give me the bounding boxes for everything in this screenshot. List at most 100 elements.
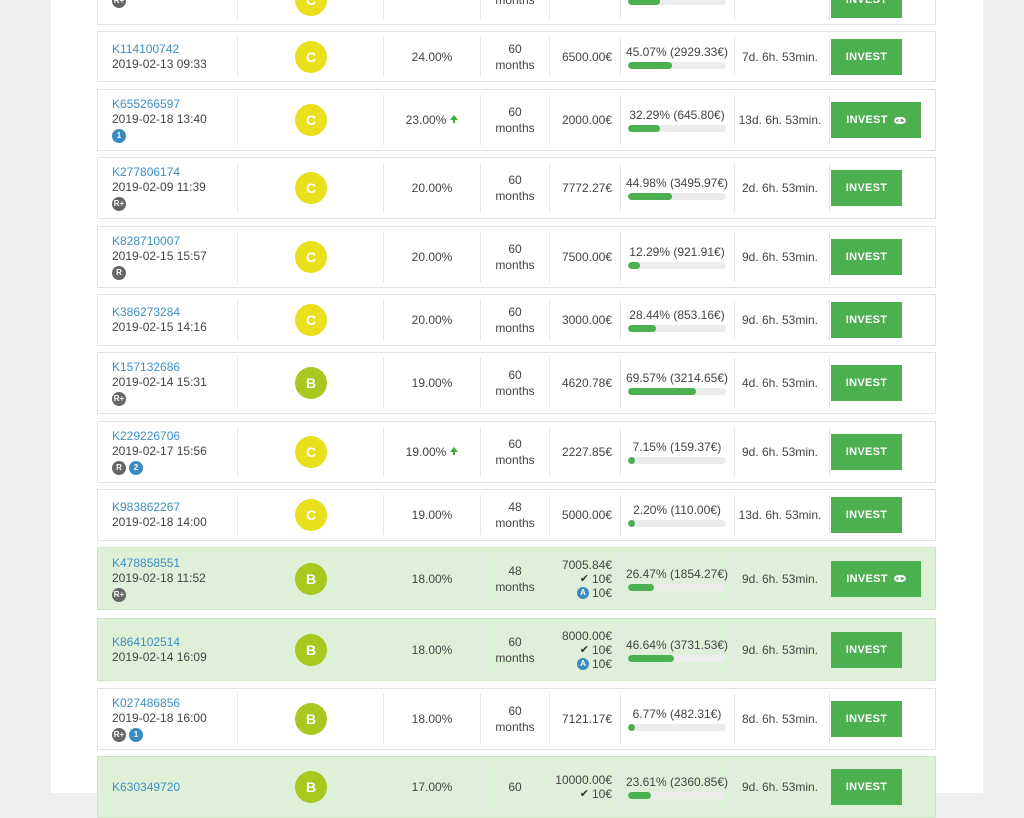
invest-button[interactable]: INVEST xyxy=(831,365,902,401)
invest-button[interactable]: INVEST xyxy=(831,631,902,668)
check-icon: ✔ xyxy=(579,572,589,585)
interest-rate: 18.00% xyxy=(411,642,453,657)
funding-progress-text: 46.64% (3731.53€) xyxy=(625,637,729,652)
auto-investment-amount: 10€ xyxy=(591,656,612,671)
loan-id-link[interactable]: K478858551 xyxy=(112,556,237,571)
loan-id-link[interactable]: K157132686 xyxy=(112,360,237,375)
time-left-cell: 7d. 6h. 53min. xyxy=(735,32,825,81)
invest-button[interactable]: INVEST xyxy=(831,38,902,75)
funding-progress-bar xyxy=(628,724,726,731)
loan-id-cell: K114100742 2019-02-13 09:33 xyxy=(112,32,237,81)
loan-id-link[interactable]: K828710007 xyxy=(112,234,237,249)
invest-button[interactable]: INVEST xyxy=(831,239,902,275)
term-value: 48 xyxy=(508,500,522,514)
funding-progress-bar xyxy=(628,520,726,527)
invest-button-label: INVEST xyxy=(845,50,888,63)
loan-id-link[interactable]: K277806174 xyxy=(112,165,237,180)
term-value: 60 xyxy=(508,173,522,187)
invest-button[interactable]: INVEST xyxy=(831,0,902,18)
term-cell: 60 months xyxy=(481,32,549,81)
loan-id-cell: K864102514 2019-02-14 16:09 xyxy=(112,619,237,680)
column-divider xyxy=(829,553,830,604)
count-badge[interactable]: 1 xyxy=(112,129,126,143)
interest-rate-cell: 20.00% xyxy=(384,295,480,345)
term-value: 60 xyxy=(508,368,522,382)
term-unit: months xyxy=(495,720,535,734)
rating-circle: C xyxy=(295,0,327,16)
count-badge[interactable]: 1 xyxy=(129,728,143,742)
funding-progress-bar xyxy=(628,125,726,132)
invest-button-label: INVEST xyxy=(845,713,888,725)
loan-id-link[interactable]: K864102514 xyxy=(112,635,237,650)
interest-rate: 23.00% xyxy=(405,113,447,127)
interest-rate-cell xyxy=(384,0,480,24)
interest-rate: 20.00% xyxy=(411,250,453,264)
loan-date: 2019-02-18 13:40 xyxy=(112,112,207,126)
rating-cell: B xyxy=(239,619,383,680)
time-left-cell: 13d. 6h. 53min. xyxy=(735,490,825,540)
loan-date: 2019-02-17 15:56 xyxy=(112,444,207,458)
rating-badge-icon[interactable]: R xyxy=(112,266,126,280)
column-divider xyxy=(237,37,238,76)
loan-id-link[interactable]: K983862267 xyxy=(112,500,237,515)
loan-badges: R2 xyxy=(112,461,237,475)
interest-rate: 19.00% xyxy=(411,376,453,390)
loan-id-cell: K027486856 2019-02-18 16:00 R+ 1 xyxy=(112,689,237,749)
invest-button[interactable]: INVEST xyxy=(831,170,902,206)
loan-date: 2019-02-18 14:00 xyxy=(112,515,207,529)
term-unit: months xyxy=(495,516,535,530)
term-cell: 60 months xyxy=(481,422,549,482)
rating-cell: C xyxy=(239,32,383,81)
count-badge[interactable]: 2 xyxy=(129,461,143,475)
time-left-cell: 9d. 6h. 53min. xyxy=(735,757,825,817)
term-value: 60 xyxy=(508,634,522,649)
column-divider xyxy=(829,358,830,408)
invest-button[interactable]: INVEST xyxy=(831,701,902,737)
page-content: R+ Cmonths INVEST K114100742 2019-02-13 09:3… xyxy=(51,0,983,818)
invest-button[interactable]: INVEST xyxy=(831,769,902,805)
invest-button[interactable]: INVEST xyxy=(831,302,902,338)
rating-circle: C xyxy=(295,241,327,273)
invest-button[interactable]: INVEST xyxy=(831,102,921,138)
invest-cell: INVEST xyxy=(831,490,935,540)
rating-badge-icon[interactable]: R+ xyxy=(112,392,126,406)
invest-cell: INVEST xyxy=(831,548,935,609)
column-divider xyxy=(829,163,830,213)
invest-button-label: INVEST xyxy=(845,377,888,389)
rating-badge-icon[interactable]: R+ xyxy=(112,197,126,211)
rating-badge-icon[interactable]: R+ xyxy=(112,587,126,602)
rating-badge-icon[interactable]: R+ xyxy=(112,728,126,742)
loan-id-link[interactable]: K386273284 xyxy=(112,305,237,320)
term-cell: 60 xyxy=(481,757,549,817)
invest-button[interactable]: INVEST xyxy=(831,434,902,470)
funding-progress-cell xyxy=(621,0,733,24)
invest-button[interactable]: INVEST xyxy=(831,497,902,533)
auto-investment-amount: 10€ xyxy=(591,585,612,600)
loan-amount: 2000.00€ xyxy=(561,113,612,127)
loan-date: 2019-02-18 11:52 xyxy=(112,570,206,585)
term-cell: 60 months xyxy=(481,90,549,150)
loan-id-link[interactable]: K027486856 xyxy=(112,696,237,711)
rating-badge-icon[interactable]: R+ xyxy=(112,0,126,8)
term-unit: months xyxy=(495,650,535,665)
funding-progress-bar xyxy=(628,0,726,5)
loan-id-link[interactable]: K229226706 xyxy=(112,429,237,444)
time-left: 7d. 6h. 53min. xyxy=(741,49,819,64)
loan-id-link[interactable]: K114100742 xyxy=(112,42,237,57)
loan-id-link[interactable]: K630349720 xyxy=(112,780,237,795)
time-left-cell: 4d. 6h. 53min. xyxy=(735,353,825,413)
rating-badge-icon[interactable]: R xyxy=(112,461,126,475)
funding-progress-cell: 7.15% (159.37€) xyxy=(621,422,733,482)
funding-progress-text: 23.61% (2360.85€) xyxy=(625,775,729,789)
invest-button[interactable]: INVEST xyxy=(831,560,921,597)
loan-id-link[interactable]: K655266597 xyxy=(112,97,237,112)
time-left: 13d. 6h. 53min. xyxy=(738,113,822,127)
eye-icon xyxy=(893,575,906,582)
column-divider xyxy=(829,232,830,282)
rating-circle: C xyxy=(295,304,327,336)
amount-cell: 7121.17€ xyxy=(550,689,612,749)
loan-list: R+ Cmonths INVEST K114100742 2019-02-13 09:3… xyxy=(51,0,983,818)
loan-id-cell: R+ xyxy=(112,0,237,24)
invest-cell: INVEST xyxy=(831,158,935,218)
loan-date: 2019-02-15 15:57 xyxy=(112,249,207,263)
